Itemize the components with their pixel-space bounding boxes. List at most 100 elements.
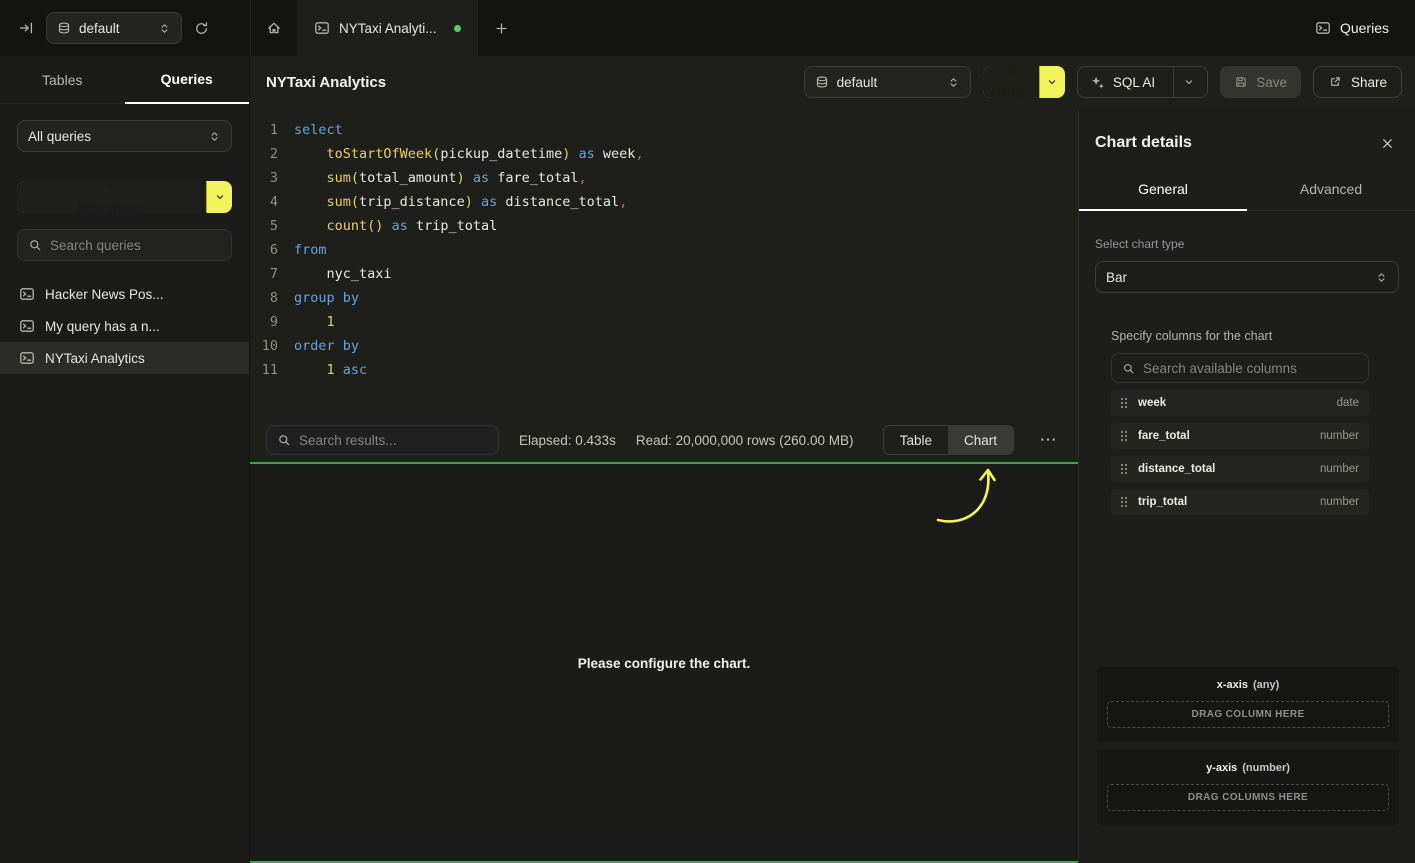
view-toggle: Table Chart: [883, 425, 1014, 455]
panel-tab-general[interactable]: General: [1079, 169, 1247, 211]
column-name: fare_total: [1138, 430, 1190, 442]
tab-home[interactable]: [250, 0, 298, 56]
code-line: 9 1: [250, 310, 1078, 334]
tab-nytaxi-analytics[interactable]: NYTaxi Analyti...: [298, 0, 478, 56]
sql-editor[interactable]: 1select2 toStartOfWeek(pickup_datetime) …: [250, 108, 1078, 418]
axes-config: x-axis(any) DRAG COLUMN HERE y-axis(numb…: [1097, 667, 1399, 825]
database-icon: [57, 21, 71, 35]
top-bar-left: default: [0, 0, 250, 56]
search-queries-input[interactable]: [50, 238, 221, 253]
view-toggle-table[interactable]: Table: [884, 426, 948, 454]
refresh-icon: [194, 21, 209, 36]
run-button-label: Run: [998, 86, 1024, 99]
elapsed-time: Elapsed: 0.433s: [519, 433, 616, 448]
query-filter-value: All queries: [28, 129, 200, 144]
refresh-button[interactable]: [194, 21, 209, 36]
x-axis-dropzone[interactable]: DRAG COLUMN HERE: [1107, 701, 1389, 728]
code-line: 1select: [250, 118, 1078, 142]
query-item-label: Hacker News Pos...: [45, 287, 164, 302]
x-axis-label: x-axis: [1217, 679, 1248, 691]
x-axis-hint: (any): [1253, 679, 1279, 691]
code-line: 2 toStartOfWeek(pickup_datetime) as week…: [250, 142, 1078, 166]
more-options-button[interactable]: ⋯: [1034, 430, 1062, 450]
sidebar-content: All queries + New query: [0, 104, 249, 863]
chart-type-value: Bar: [1106, 270, 1367, 285]
column-row[interactable]: trip_totalnumber: [1111, 489, 1369, 515]
results-toolbar: Elapsed: 0.433s Read: 20,000,000 rows (2…: [250, 418, 1078, 462]
run-options-dropdown[interactable]: [1039, 66, 1065, 98]
drag-handle-icon[interactable]: [1118, 462, 1130, 476]
collapse-sidebar-button[interactable]: [18, 20, 34, 36]
chevron-updown-icon: [1375, 271, 1388, 284]
search-columns-input[interactable]: [1143, 361, 1358, 376]
home-icon: [266, 20, 282, 36]
code-line: 8group by: [250, 286, 1078, 310]
sql-ai-button[interactable]: SQL AI: [1077, 66, 1208, 98]
query-list-item[interactable]: My query has a n...: [0, 310, 249, 342]
top-bar-right: Queries: [1315, 0, 1415, 56]
query-header: NYTaxi Analytics default: [250, 56, 1415, 108]
query-filter-select[interactable]: All queries: [17, 120, 232, 152]
column-row[interactable]: fare_totalnumber: [1111, 423, 1369, 449]
query-list-item[interactable]: NYTaxi Analytics: [0, 342, 249, 374]
query-item-label: My query has a n...: [45, 319, 160, 334]
search-queries-box: [17, 229, 232, 261]
tab-strip: NYTaxi Analyti...: [250, 0, 526, 56]
chevron-updown-icon: [947, 76, 960, 89]
close-panel-button[interactable]: [1380, 136, 1395, 151]
drag-handle-icon[interactable]: [1118, 429, 1130, 443]
database-selector[interactable]: default: [46, 12, 182, 44]
search-results-box: [266, 425, 499, 455]
sidebar-tab-tables[interactable]: Tables: [0, 56, 125, 103]
search-icon: [28, 238, 42, 252]
chart-details-panel: Chart details General Advanced Select ch…: [1078, 108, 1415, 863]
plus-icon: +: [108, 181, 116, 193]
search-icon: [1122, 362, 1135, 375]
column-type: number: [1320, 463, 1359, 475]
new-tab-button[interactable]: [478, 0, 526, 56]
plus-icon: [494, 21, 509, 36]
query-list-item[interactable]: Hacker News Pos...: [0, 278, 249, 310]
queries-icon: [1315, 20, 1331, 36]
code-line: 5 count() as trip_total: [250, 214, 1078, 238]
search-columns-box: [1111, 353, 1369, 383]
drag-handle-icon[interactable]: [1118, 396, 1130, 410]
sidebar: Tables Queries All queries + New query: [0, 56, 250, 863]
chart-type-select[interactable]: Bar: [1095, 261, 1399, 293]
drag-handle-icon[interactable]: [1118, 495, 1130, 509]
close-icon: [1380, 136, 1395, 151]
queries-button[interactable]: Queries: [1315, 20, 1389, 36]
chart-type-label: Select chart type: [1095, 237, 1399, 251]
view-toggle-chart[interactable]: Chart: [948, 426, 1013, 454]
panel-tab-advanced[interactable]: Advanced: [1247, 169, 1415, 210]
columns-label: Specify columns for the chart: [1111, 329, 1369, 343]
sidebar-tab-queries[interactable]: Queries: [125, 56, 250, 104]
new-query-button[interactable]: + New query: [17, 181, 232, 213]
panel-body: Select chart type Bar Specify columns fo…: [1079, 211, 1415, 515]
share-button[interactable]: Share: [1313, 66, 1402, 98]
panel-tabs: General Advanced: [1079, 169, 1415, 211]
save-button[interactable]: Save: [1220, 66, 1301, 98]
panel-header: Chart details: [1079, 108, 1415, 152]
column-row[interactable]: weekdate: [1111, 390, 1369, 416]
y-axis-dropzone[interactable]: DRAG COLUMNS HERE: [1107, 784, 1389, 811]
chevron-updown-icon: [208, 130, 221, 143]
save-icon: [1234, 75, 1248, 89]
run-database-selector[interactable]: default: [804, 66, 971, 98]
code-line: 4 sum(trip_distance) as distance_total,: [250, 190, 1078, 214]
run-button[interactable]: Run: [983, 66, 1065, 98]
column-name: distance_total: [1138, 463, 1215, 475]
new-query-dropdown[interactable]: [206, 181, 232, 213]
sql-ai-dropdown[interactable]: [1173, 67, 1195, 97]
search-icon: [277, 433, 291, 447]
search-results-input[interactable]: [299, 433, 488, 448]
query-icon: [19, 318, 35, 334]
column-type: date: [1337, 397, 1359, 409]
save-button-label: Save: [1256, 75, 1287, 90]
collapse-sidebar-icon: [18, 20, 34, 36]
chart-area: Please configure the chart.: [250, 462, 1078, 863]
query-icon: [19, 286, 35, 302]
column-row[interactable]: distance_total number: [1111, 456, 1369, 482]
run-database-value: default: [837, 75, 939, 90]
database-selector-value: default: [79, 21, 150, 36]
